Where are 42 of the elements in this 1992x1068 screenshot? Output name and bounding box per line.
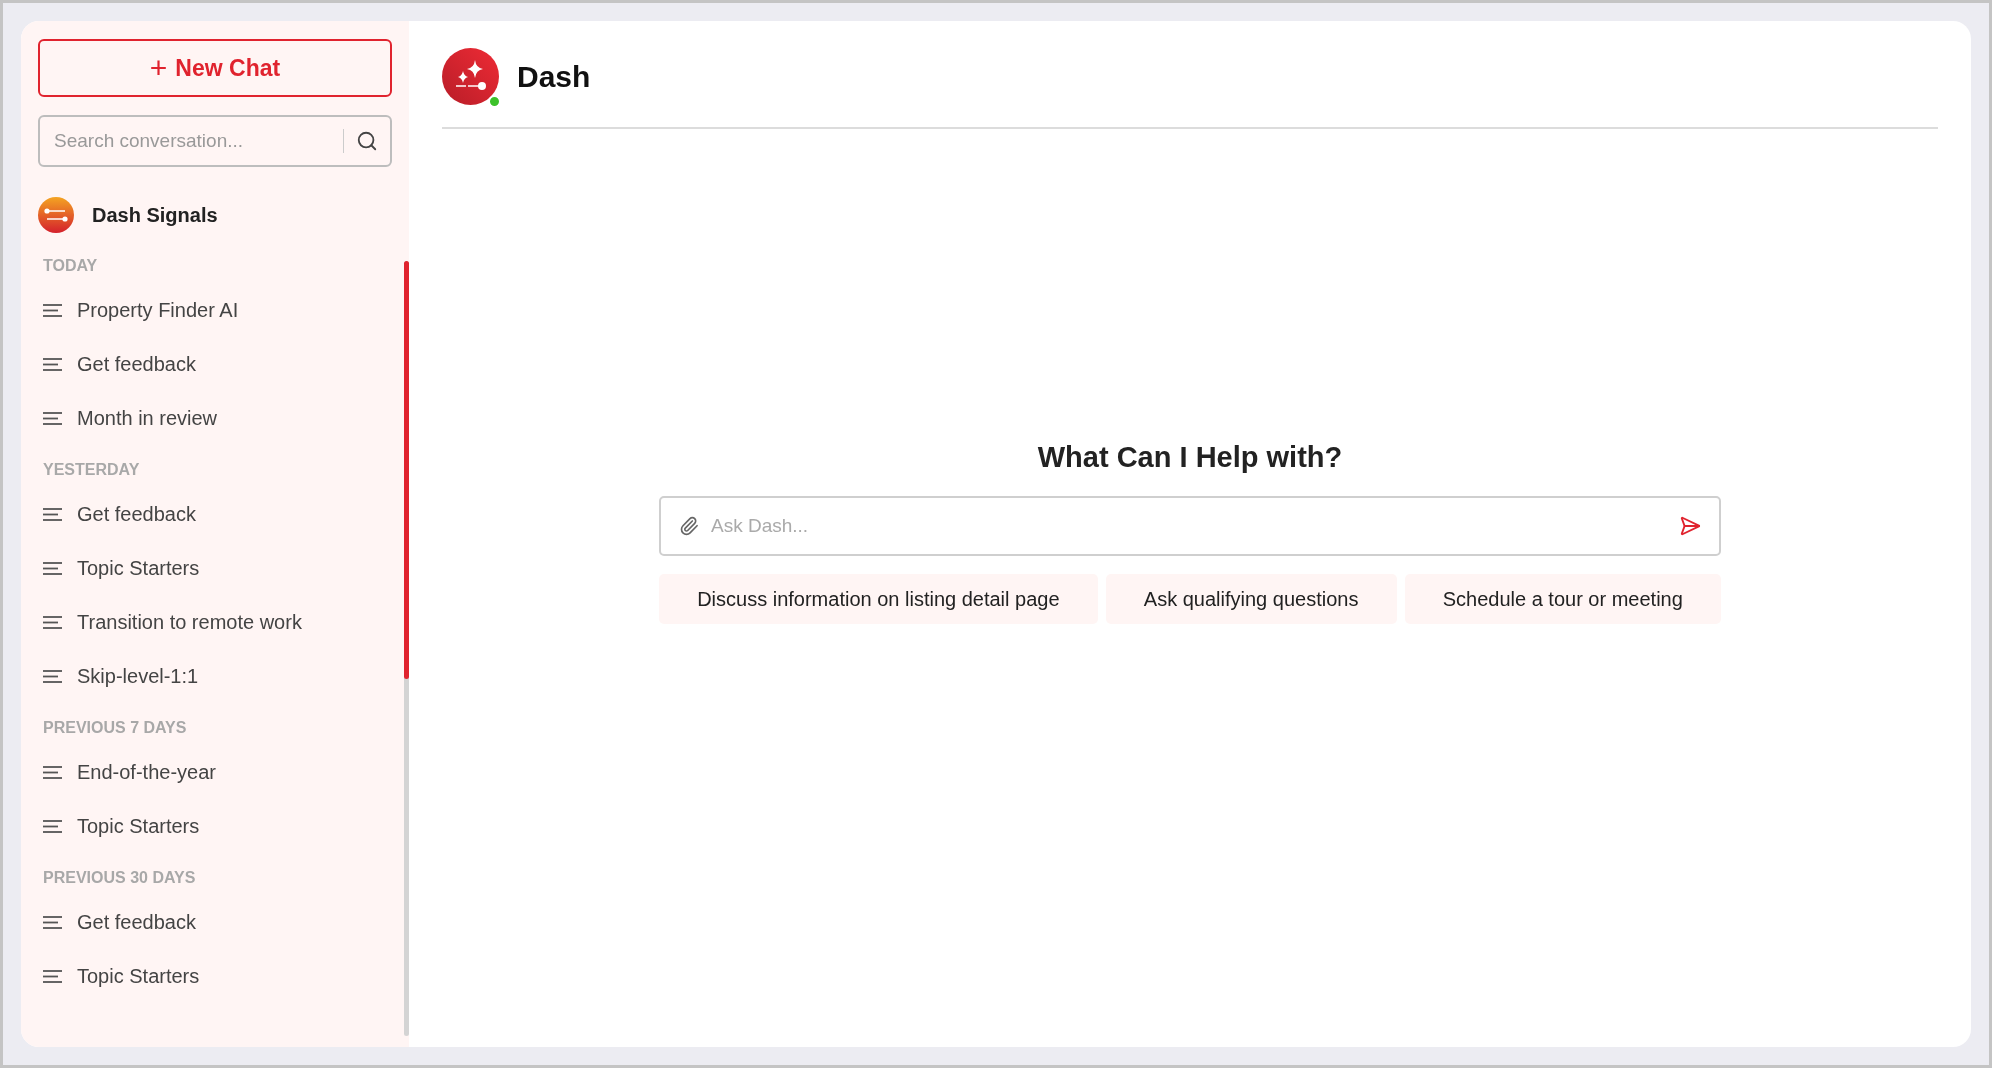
list-lines-icon <box>43 615 62 629</box>
list-lines-icon <box>43 915 62 929</box>
conversation-item[interactable]: Topic Starters <box>43 541 389 595</box>
list-lines-icon <box>43 669 62 683</box>
list-lines-icon <box>43 819 62 833</box>
section-label: PREVIOUS 7 DAYS <box>43 718 188 738</box>
list-lines-icon <box>43 561 62 575</box>
conversation-item[interactable]: Skip-level-1:1 <box>43 649 389 703</box>
plus-icon: + <box>149 53 168 83</box>
suggestion-chip[interactable]: Ask qualifying questions <box>1105 573 1397 624</box>
paperclip-icon <box>679 515 699 536</box>
welcome-heading: What Can I Help with? <box>1037 440 1343 475</box>
assistant-title: Dash <box>517 58 591 95</box>
list-lines-icon <box>43 507 62 521</box>
search-icon <box>356 130 378 152</box>
list-lines-icon <box>43 765 62 779</box>
ask-field[interactable]: Ask Dash... <box>659 495 1721 556</box>
conversation-item[interactable]: Get feedback <box>43 337 389 391</box>
conversation-item[interactable]: Transition to remote work <box>43 595 389 649</box>
list-lines-icon <box>43 357 62 371</box>
send-icon[interactable] <box>1679 514 1701 537</box>
workspace-name: Dash Signals <box>92 203 218 228</box>
conversation-item[interactable]: End-of-the-year <box>43 745 389 799</box>
search-field[interactable]: Search conversation... <box>38 115 392 167</box>
scrollbar-thumb[interactable] <box>404 261 409 679</box>
conversation-item[interactable]: Topic Starters <box>43 949 389 1003</box>
new-chat-button[interactable]: + New Chat <box>38 39 392 97</box>
assistant-logo-icon <box>442 47 499 105</box>
signals-logo-icon <box>38 197 74 233</box>
suggestion-chip[interactable]: Discuss information on listing detail page <box>659 573 1098 624</box>
conversation-item[interactable]: Topic Starters <box>43 799 389 853</box>
section-label: PREVIOUS 30 DAYS <box>43 868 197 888</box>
section-label: YESTERDAY <box>43 460 141 480</box>
list-lines-icon <box>43 969 62 983</box>
conversation-item[interactable]: Property Finder AI <box>43 283 389 337</box>
section-label: TODAY <box>43 256 99 276</box>
conversation-item[interactable]: Get feedback <box>43 487 389 541</box>
conversation-item[interactable]: Month in review <box>43 391 389 445</box>
list-lines-icon <box>43 411 62 425</box>
list-lines-icon <box>43 303 62 317</box>
conversation-item[interactable]: Get feedback <box>43 895 389 949</box>
suggestion-chip[interactable]: Schedule a tour or meeting <box>1404 573 1721 624</box>
